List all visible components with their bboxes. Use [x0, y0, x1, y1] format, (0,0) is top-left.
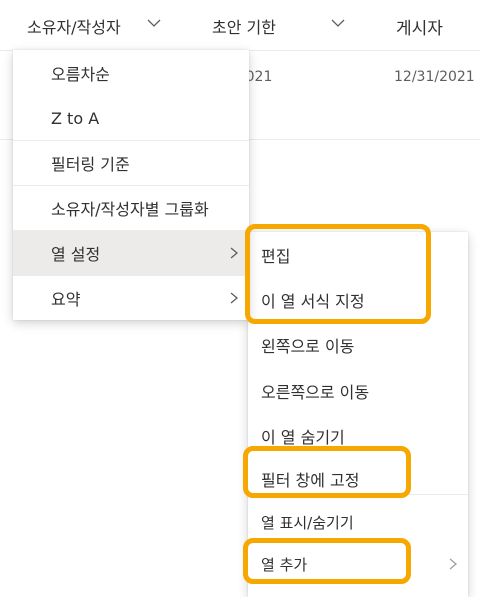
menu-item-label: 왼쪽으로 이동	[261, 337, 355, 356]
chevron-down-icon[interactable]	[328, 13, 348, 33]
menu-item-move-left[interactable]: 왼쪽으로 이동	[248, 322, 468, 368]
menu-item-label: 오름차순	[51, 65, 110, 84]
menu-item-label: 필터 창에 고정	[261, 471, 360, 490]
column-header-draft-due[interactable]: 초안 기한	[212, 14, 276, 38]
menu-item-edit[interactable]: 편집	[248, 232, 468, 278]
chevron-right-icon	[230, 292, 239, 304]
menu-item-label: 이 열 숨기기	[261, 428, 345, 447]
menu-item-label: 이 열 서식 지정	[261, 292, 365, 311]
menu-item-label: 필터링 기준	[51, 155, 130, 174]
chevron-right-icon	[230, 247, 239, 259]
menu-item-filter-by[interactable]: 필터링 기준	[13, 141, 249, 185]
menu-item-totals[interactable]: 요약	[13, 276, 249, 320]
menu-item-label: 열 추가	[261, 555, 308, 574]
menu-item-format-column[interactable]: 이 열 서식 지정	[248, 278, 468, 322]
menu-item-label: 오른쪽으로 이동	[261, 383, 370, 402]
menu-item-label: 요약	[51, 290, 81, 309]
menu-item-move-right[interactable]: 오른쪽으로 이동	[248, 368, 468, 414]
menu-item-column-settings[interactable]: 열 설정	[13, 230, 249, 276]
column-header-owner[interactable]: 소유자/작성자	[27, 14, 121, 38]
chevron-down-icon[interactable]	[144, 13, 164, 33]
column-settings-submenu: 편집 이 열 서식 지정 왼쪽으로 이동 오른쪽으로 이동 이 열 숨기기 필터…	[248, 232, 468, 597]
menu-item-sort-z-to-a[interactable]: Z to A	[13, 96, 249, 140]
menu-item-label: Z to A	[51, 108, 100, 128]
menu-item-hide-column[interactable]: 이 열 숨기기	[248, 414, 468, 458]
menu-item-group-by-owner[interactable]: 소유자/작성자별 그룹화	[13, 186, 249, 230]
column-context-menu: 오름차순 Z to A 필터링 기준 소유자/작성자별 그룹화 열 설정 요약	[13, 50, 249, 320]
menu-item-label: 열 설정	[51, 245, 101, 264]
cell-publish-date: 12/31/2021	[394, 69, 475, 85]
menu-item-label: 편집	[261, 247, 291, 266]
chevron-right-icon	[449, 558, 458, 570]
menu-item-sort-ascending[interactable]: 오름차순	[13, 50, 249, 96]
menu-item-label: 열 표시/숨기기	[261, 513, 354, 532]
menu-item-show-hide-columns[interactable]: 열 표시/숨기기	[248, 502, 468, 542]
menu-item-label: 소유자/작성자별 그룹화	[51, 200, 209, 219]
menu-divider	[248, 494, 468, 495]
menu-item-add-column[interactable]: 열 추가	[248, 544, 468, 584]
column-header-bar: 소유자/작성자 초안 기한 게시자	[0, 0, 480, 51]
column-header-publisher[interactable]: 게시자	[396, 14, 443, 39]
